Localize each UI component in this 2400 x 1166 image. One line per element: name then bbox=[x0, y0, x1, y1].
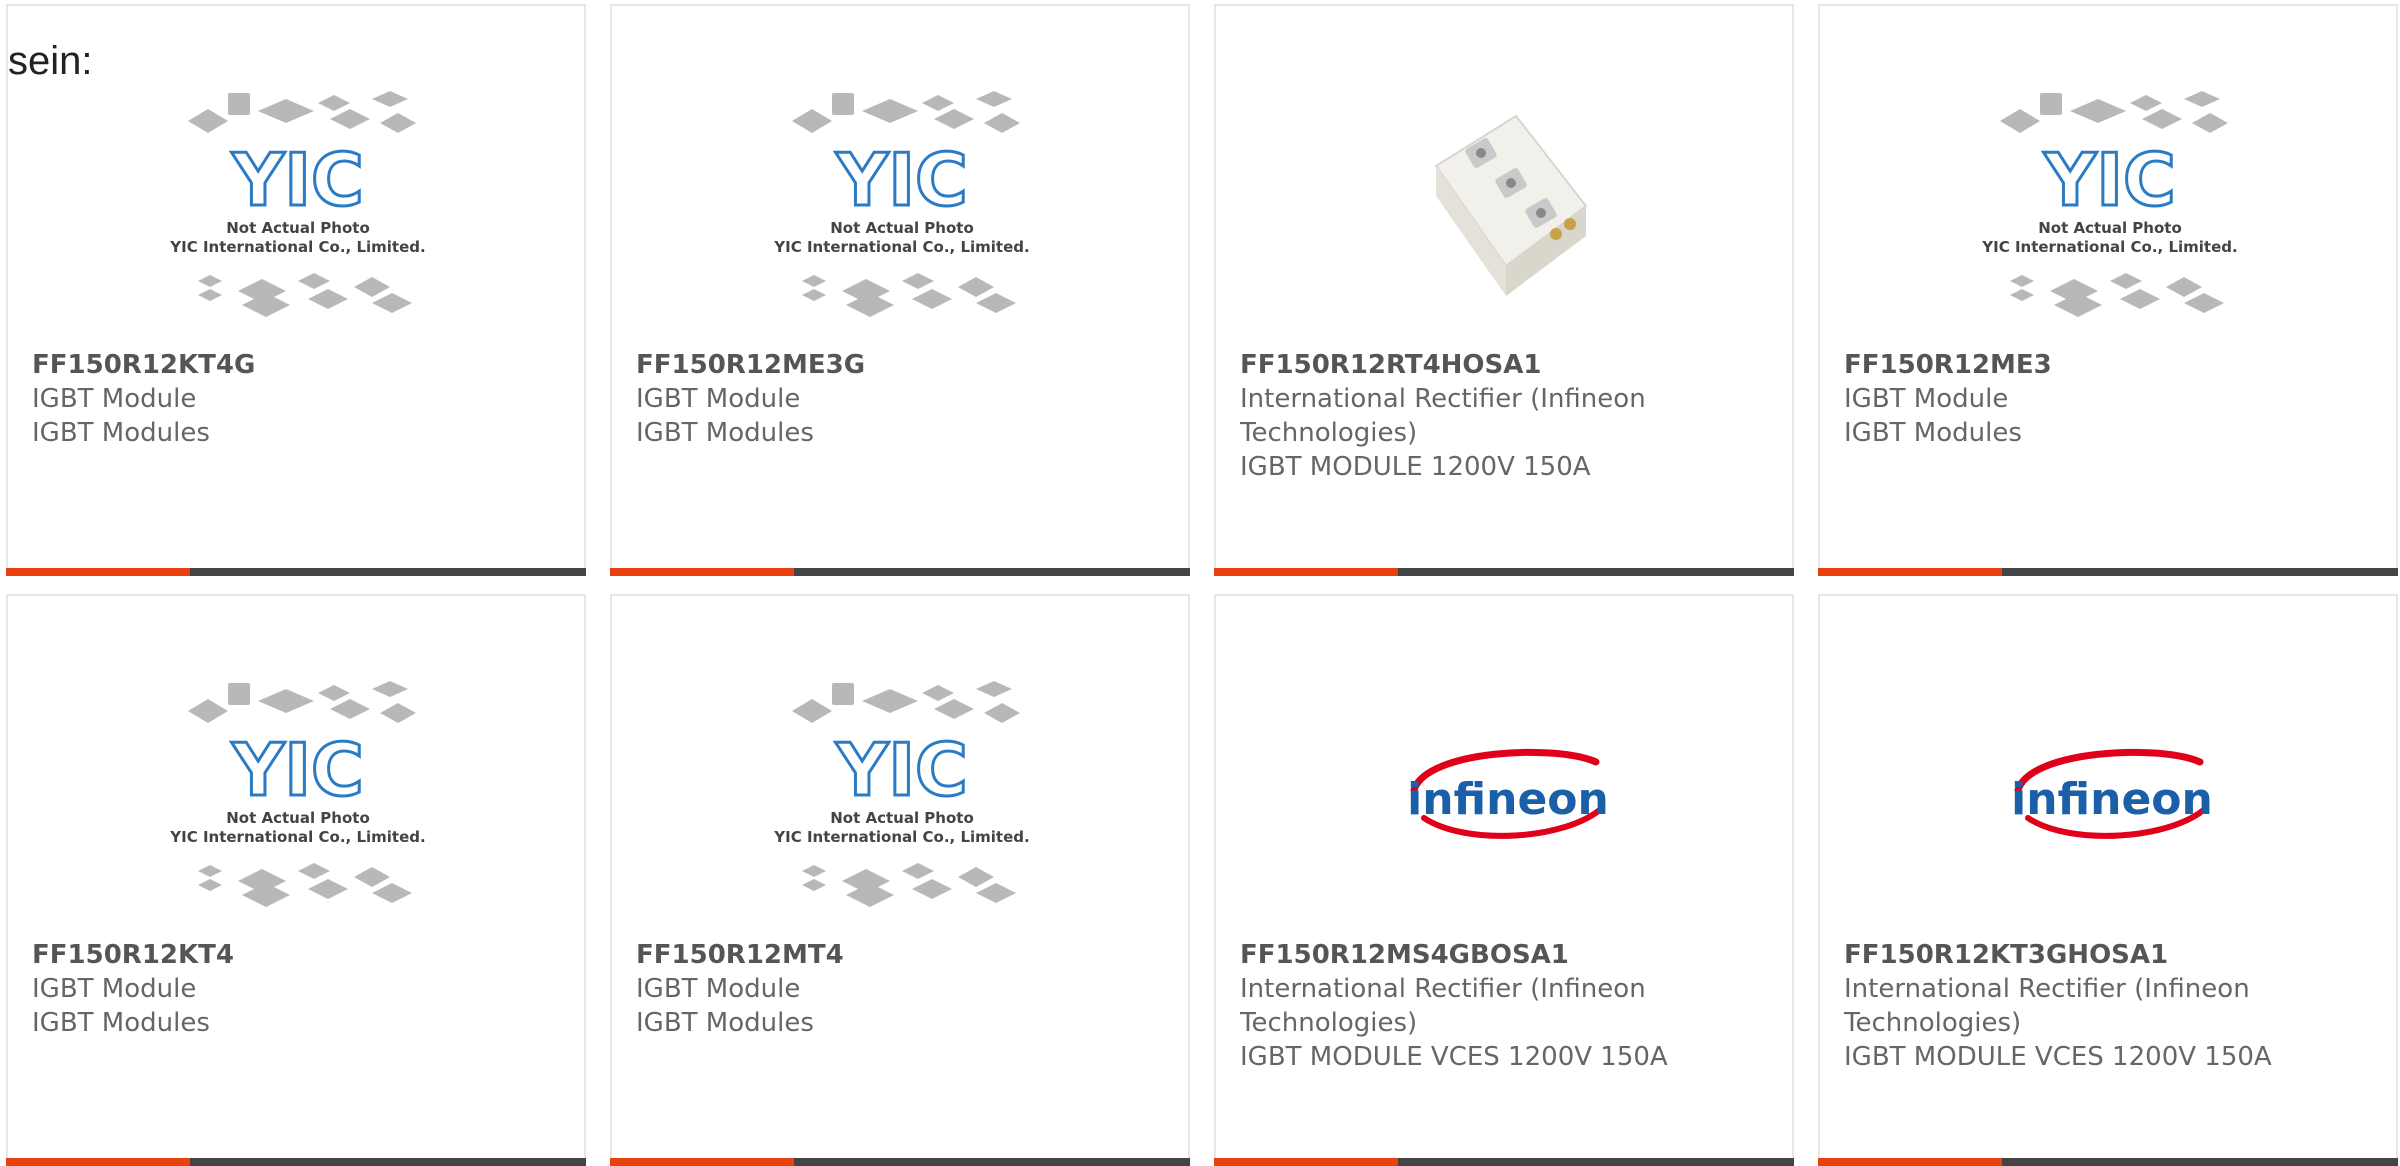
yic-logo-text: YIC bbox=[2043, 138, 2176, 222]
part-number[interactable]: FF150R12MS4GBOSA1 bbox=[1240, 938, 1770, 972]
card-bottom-bar bbox=[610, 568, 1190, 576]
card-accent-bar bbox=[6, 568, 190, 576]
yic-logo-text: YIC bbox=[231, 138, 364, 222]
caption-line-2: YIC International Co., Limited. bbox=[1981, 238, 2237, 256]
caption-line-1: Not Actual Photo bbox=[226, 219, 370, 237]
card-bottom-bar bbox=[610, 1158, 1190, 1166]
yic-logo-text: YIC bbox=[231, 728, 364, 812]
caption-line-2: YIC International Co., Limited. bbox=[169, 828, 425, 846]
product-info: FF150R12KT3GHOSA1 International Rectifie… bbox=[1844, 938, 2374, 1074]
card-accent-bar bbox=[1214, 568, 1398, 576]
part-number[interactable]: FF150R12ME3G bbox=[636, 348, 1166, 382]
product-line: IGBT MODULE VCES 1200V 150A bbox=[1844, 1042, 2272, 1072]
product-card[interactable]: YIC Not Actual Photo YIC International C… bbox=[6, 4, 586, 576]
page-heading: sein: bbox=[8, 39, 93, 83]
product-card[interactable]: YIC Not Actual Photo YIC International C… bbox=[1818, 4, 2398, 576]
product-line: Technologies) bbox=[1240, 418, 1418, 448]
part-number[interactable]: FF150R12RT4HOSA1 bbox=[1240, 348, 1770, 382]
yic-placeholder-image: YIC Not Actual Photo YIC International C… bbox=[1981, 91, 2238, 317]
product-info: FF150R12MS4GBOSA1 International Rectifie… bbox=[1240, 938, 1770, 1074]
yic-logo-text: YIC bbox=[835, 138, 968, 222]
part-number[interactable]: FF150R12ME3 bbox=[1844, 348, 2374, 382]
card-bottom-bar bbox=[6, 568, 586, 576]
product-line: IGBT MODULE 1200V 150A bbox=[1240, 452, 1591, 482]
infineon-logo-text: infineon bbox=[2011, 774, 2213, 825]
product-line: Technologies) bbox=[1240, 1008, 1418, 1038]
product-info: FF150R12ME3 IGBT Module IGBT Modules bbox=[1844, 348, 2374, 450]
product-grid: YIC Not Actual Photo YIC International C… bbox=[6, 4, 2400, 1166]
infineon-logo: infineon bbox=[1407, 748, 1609, 839]
product-line: International Rectifier (Infineon bbox=[1844, 974, 2250, 1004]
caption-line-2: YIC International Co., Limited. bbox=[773, 828, 1029, 846]
product-line: IGBT Module bbox=[636, 974, 801, 1004]
product-info: FF150R12KT4G IGBT Module IGBT Modules bbox=[32, 348, 562, 450]
caption-line-2: YIC International Co., Limited. bbox=[773, 238, 1029, 256]
card-bottom-bar bbox=[1214, 1158, 1794, 1166]
product-card[interactable]: YIC Not Actual Photo YIC International C… bbox=[6, 594, 586, 1166]
part-number[interactable]: FF150R12KT4G bbox=[32, 348, 562, 382]
product-image[interactable]: YIC Not Actual Photo YIC International C… bbox=[8, 66, 588, 346]
product-info: FF150R12MT4 IGBT Module IGBT Modules bbox=[636, 938, 1166, 1040]
product-info: FF150R12KT4 IGBT Module IGBT Modules bbox=[32, 938, 562, 1040]
product-line: IGBT Modules bbox=[636, 418, 814, 448]
product-line: IGBT Modules bbox=[1844, 418, 2022, 448]
yic-placeholder-image: YIC Not Actual Photo YIC International C… bbox=[169, 681, 426, 907]
product-card[interactable]: YIC Not Actual Photo YIC International C… bbox=[610, 4, 1190, 576]
product-info: FF150R12ME3G IGBT Module IGBT Modules bbox=[636, 348, 1166, 450]
card-accent-bar bbox=[610, 1158, 794, 1166]
product-image[interactable]: infineon bbox=[1820, 656, 2400, 936]
product-line: International Rectifier (Infineon bbox=[1240, 974, 1646, 1004]
product-line: IGBT Modules bbox=[32, 1008, 210, 1038]
product-line: IGBT Module bbox=[1844, 384, 2009, 414]
product-card[interactable]: FF150R12RT4HOSA1 International Rectifier… bbox=[1214, 4, 1794, 576]
product-line: IGBT Module bbox=[32, 974, 197, 1004]
caption-line-2: YIC International Co., Limited. bbox=[169, 238, 425, 256]
card-bottom-bar bbox=[1818, 1158, 2398, 1166]
product-image[interactable]: YIC Not Actual Photo YIC International C… bbox=[612, 656, 1192, 936]
product-image[interactable] bbox=[1216, 66, 1796, 346]
product-card[interactable]: infineon FF150R12KT3GHOSA1 International… bbox=[1818, 594, 2398, 1166]
product-line: IGBT Module bbox=[636, 384, 801, 414]
card-accent-bar bbox=[1818, 1158, 2002, 1166]
yic-placeholder-image: YIC Not Actual Photo YIC International C… bbox=[773, 91, 1030, 317]
card-bottom-bar bbox=[6, 1158, 586, 1166]
caption-line-1: Not Actual Photo bbox=[226, 809, 370, 827]
card-accent-bar bbox=[6, 1158, 190, 1166]
infineon-logo: infineon bbox=[2011, 748, 2213, 839]
caption-line-1: Not Actual Photo bbox=[830, 809, 974, 827]
yic-logo-text: YIC bbox=[835, 728, 968, 812]
product-image[interactable]: infineon bbox=[1216, 656, 1796, 936]
product-image[interactable]: YIC Not Actual Photo YIC International C… bbox=[1820, 66, 2400, 346]
part-number[interactable]: FF150R12MT4 bbox=[636, 938, 1166, 972]
card-accent-bar bbox=[610, 568, 794, 576]
product-image[interactable]: YIC Not Actual Photo YIC International C… bbox=[612, 66, 1192, 346]
card-bottom-bar bbox=[1818, 568, 2398, 576]
card-bottom-bar bbox=[1214, 568, 1794, 576]
product-image[interactable]: YIC Not Actual Photo YIC International C… bbox=[8, 656, 588, 936]
product-info: FF150R12RT4HOSA1 International Rectifier… bbox=[1240, 348, 1770, 484]
caption-line-1: Not Actual Photo bbox=[2038, 219, 2182, 237]
yic-placeholder-image: YIC Not Actual Photo YIC International C… bbox=[773, 681, 1030, 907]
yic-placeholder-image: YIC Not Actual Photo YIC International C… bbox=[169, 91, 426, 317]
product-card[interactable]: YIC Not Actual Photo YIC International C… bbox=[610, 594, 1190, 1166]
product-line: Technologies) bbox=[1844, 1008, 2022, 1038]
product-line: IGBT Module bbox=[32, 384, 197, 414]
igbt-module-photo bbox=[1434, 114, 1588, 296]
product-line: IGBT Modules bbox=[636, 1008, 814, 1038]
caption-line-1: Not Actual Photo bbox=[830, 219, 974, 237]
product-line: International Rectifier (Infineon bbox=[1240, 384, 1646, 414]
part-number[interactable]: FF150R12KT3GHOSA1 bbox=[1844, 938, 2374, 972]
product-line: IGBT MODULE VCES 1200V 150A bbox=[1240, 1042, 1668, 1072]
part-number[interactable]: FF150R12KT4 bbox=[32, 938, 562, 972]
infineon-logo-text: infineon bbox=[1407, 774, 1609, 825]
product-card[interactable]: infineon FF150R12MS4GBOSA1 International… bbox=[1214, 594, 1794, 1166]
product-line: IGBT Modules bbox=[32, 418, 210, 448]
card-accent-bar bbox=[1214, 1158, 1398, 1166]
card-accent-bar bbox=[1818, 568, 2002, 576]
